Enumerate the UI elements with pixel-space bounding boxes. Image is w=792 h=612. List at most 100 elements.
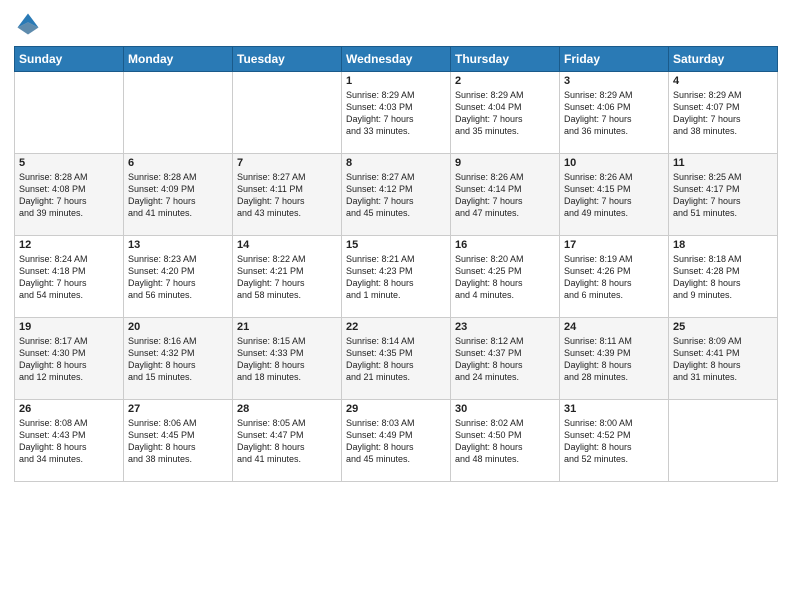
day-number: 9 (455, 157, 555, 169)
day-info: Sunrise: 8:11 AM Sunset: 4:39 PM Dayligh… (564, 335, 664, 384)
day-cell: 15 Sunrise: 8:21 AM Sunset: 4:23 PM Dayli… (342, 236, 451, 318)
day-cell: 24 Sunrise: 8:11 AM Sunset: 4:39 PM Dayli… (560, 318, 669, 400)
day-number: 12 (19, 239, 119, 251)
day-number: 17 (564, 239, 664, 251)
day-cell: 16 Sunrise: 8:20 AM Sunset: 4:25 PM Dayli… (451, 236, 560, 318)
day-info: Sunrise: 8:06 AM Sunset: 4:45 PM Dayligh… (128, 417, 228, 466)
weekday-monday: Monday (124, 47, 233, 72)
day-number: 22 (346, 321, 446, 333)
day-number: 21 (237, 321, 337, 333)
day-number: 26 (19, 403, 119, 415)
day-cell: 9 Sunrise: 8:26 AM Sunset: 4:14 PM Daylig… (451, 154, 560, 236)
day-info: Sunrise: 8:21 AM Sunset: 4:23 PM Dayligh… (346, 253, 446, 302)
day-number: 2 (455, 75, 555, 87)
day-number: 5 (19, 157, 119, 169)
week-row-2: 12 Sunrise: 8:24 AM Sunset: 4:18 PM Dayli… (15, 236, 778, 318)
day-cell: 1 Sunrise: 8:29 AM Sunset: 4:03 PM Daylig… (342, 72, 451, 154)
day-info: Sunrise: 8:29 AM Sunset: 4:03 PM Dayligh… (346, 89, 446, 138)
day-info: Sunrise: 8:03 AM Sunset: 4:49 PM Dayligh… (346, 417, 446, 466)
day-number: 8 (346, 157, 446, 169)
weekday-wednesday: Wednesday (342, 47, 451, 72)
day-cell: 13 Sunrise: 8:23 AM Sunset: 4:20 PM Dayli… (124, 236, 233, 318)
day-cell: 18Sunrise: 8:18 AM Sunset: 4:28 PM Dayli… (669, 236, 778, 318)
day-cell: 10Sunrise: 8:26 AM Sunset: 4:15 PM Dayli… (560, 154, 669, 236)
day-info: Sunrise: 8:08 AM Sunset: 4:43 PM Dayligh… (19, 417, 119, 466)
weekday-sunday: Sunday (15, 47, 124, 72)
day-cell: 14 Sunrise: 8:22 AM Sunset: 4:21 PM Dayli… (233, 236, 342, 318)
logo (14, 10, 46, 38)
day-cell (233, 72, 342, 154)
day-cell: 22 Sunrise: 8:14 AM Sunset: 4:35 PM Dayli… (342, 318, 451, 400)
week-row-0: 1 Sunrise: 8:29 AM Sunset: 4:03 PM Daylig… (15, 72, 778, 154)
day-number: 3 (564, 75, 664, 87)
day-info: Sunrise: 8:12 AM Sunset: 4:37 PM Dayligh… (455, 335, 555, 384)
day-cell: 20Sunrise: 8:16 AM Sunset: 4:32 PM Dayli… (124, 318, 233, 400)
week-row-1: 5 Sunrise: 8:28 AM Sunset: 4:08 PM Daylig… (15, 154, 778, 236)
day-info: Sunrise: 8:29 AM Sunset: 4:07 PM Dayligh… (673, 89, 773, 138)
day-cell: 3 Sunrise: 8:29 AM Sunset: 4:06 PM Daylig… (560, 72, 669, 154)
day-cell: 28 Sunrise: 8:05 AM Sunset: 4:47 PM Dayli… (233, 400, 342, 482)
day-info: Sunrise: 8:26 AM Sunset: 4:14 PM Dayligh… (455, 171, 555, 220)
day-number: 15 (346, 239, 446, 251)
day-cell: 2 Sunrise: 8:29 AM Sunset: 4:04 PM Daylig… (451, 72, 560, 154)
day-cell: 29 Sunrise: 8:03 AM Sunset: 4:49 PM Dayli… (342, 400, 451, 482)
day-number: 7 (237, 157, 337, 169)
day-info: Sunrise: 8:20 AM Sunset: 4:25 PM Dayligh… (455, 253, 555, 302)
day-number: 28 (237, 403, 337, 415)
weekday-thursday: Thursday (451, 47, 560, 72)
day-info: Sunrise: 8:24 AM Sunset: 4:18 PM Dayligh… (19, 253, 119, 302)
day-info: Sunrise: 8:09 AM Sunset: 4:41 PM Dayligh… (673, 335, 773, 384)
weekday-tuesday: Tuesday (233, 47, 342, 72)
day-cell (669, 400, 778, 482)
day-cell: 30Sunrise: 8:02 AM Sunset: 4:50 PM Dayli… (451, 400, 560, 482)
day-info: Sunrise: 8:17 AM Sunset: 4:30 PM Dayligh… (19, 335, 119, 384)
day-cell: 21 Sunrise: 8:15 AM Sunset: 4:33 PM Dayli… (233, 318, 342, 400)
day-info: Sunrise: 8:05 AM Sunset: 4:47 PM Dayligh… (237, 417, 337, 466)
day-info: Sunrise: 8:27 AM Sunset: 4:12 PM Dayligh… (346, 171, 446, 220)
calendar: SundayMondayTuesdayWednesdayThursdayFrid… (14, 46, 778, 482)
day-number: 4 (673, 75, 773, 87)
day-number: 11 (673, 157, 773, 169)
day-info: Sunrise: 8:14 AM Sunset: 4:35 PM Dayligh… (346, 335, 446, 384)
day-number: 10 (564, 157, 664, 169)
day-info: Sunrise: 8:29 AM Sunset: 4:06 PM Dayligh… (564, 89, 664, 138)
day-cell: 19Sunrise: 8:17 AM Sunset: 4:30 PM Dayli… (15, 318, 124, 400)
day-number: 1 (346, 75, 446, 87)
day-number: 27 (128, 403, 228, 415)
day-number: 24 (564, 321, 664, 333)
day-cell: 26 Sunrise: 8:08 AM Sunset: 4:43 PM Dayli… (15, 400, 124, 482)
day-cell: 17 Sunrise: 8:19 AM Sunset: 4:26 PM Dayli… (560, 236, 669, 318)
day-cell: 8 Sunrise: 8:27 AM Sunset: 4:12 PM Daylig… (342, 154, 451, 236)
day-cell: 12 Sunrise: 8:24 AM Sunset: 4:18 PM Dayli… (15, 236, 124, 318)
weekday-header-row: SundayMondayTuesdayWednesdayThursdayFrid… (15, 47, 778, 72)
day-cell: 6 Sunrise: 8:28 AM Sunset: 4:09 PM Daylig… (124, 154, 233, 236)
weekday-saturday: Saturday (669, 47, 778, 72)
day-number: 30 (455, 403, 555, 415)
day-cell: 11Sunrise: 8:25 AM Sunset: 4:17 PM Dayli… (669, 154, 778, 236)
day-info: Sunrise: 8:18 AM Sunset: 4:28 PM Dayligh… (673, 253, 773, 302)
day-number: 6 (128, 157, 228, 169)
day-number: 31 (564, 403, 664, 415)
logo-icon (14, 10, 42, 38)
day-cell: 5 Sunrise: 8:28 AM Sunset: 4:08 PM Daylig… (15, 154, 124, 236)
day-info: Sunrise: 8:19 AM Sunset: 4:26 PM Dayligh… (564, 253, 664, 302)
header (14, 10, 778, 38)
day-info: Sunrise: 8:29 AM Sunset: 4:04 PM Dayligh… (455, 89, 555, 138)
day-info: Sunrise: 8:15 AM Sunset: 4:33 PM Dayligh… (237, 335, 337, 384)
day-info: Sunrise: 8:23 AM Sunset: 4:20 PM Dayligh… (128, 253, 228, 302)
day-info: Sunrise: 8:28 AM Sunset: 4:09 PM Dayligh… (128, 171, 228, 220)
day-info: Sunrise: 8:22 AM Sunset: 4:21 PM Dayligh… (237, 253, 337, 302)
day-number: 20 (128, 321, 228, 333)
day-cell (124, 72, 233, 154)
day-number: 16 (455, 239, 555, 251)
day-number: 13 (128, 239, 228, 251)
day-number: 14 (237, 239, 337, 251)
day-number: 29 (346, 403, 446, 415)
day-info: Sunrise: 8:28 AM Sunset: 4:08 PM Dayligh… (19, 171, 119, 220)
day-cell: 23 Sunrise: 8:12 AM Sunset: 4:37 PM Dayli… (451, 318, 560, 400)
day-number: 23 (455, 321, 555, 333)
weekday-friday: Friday (560, 47, 669, 72)
day-number: 25 (673, 321, 773, 333)
day-cell: 31Sunrise: 8:00 AM Sunset: 4:52 PM Dayli… (560, 400, 669, 482)
week-row-4: 26 Sunrise: 8:08 AM Sunset: 4:43 PM Dayli… (15, 400, 778, 482)
